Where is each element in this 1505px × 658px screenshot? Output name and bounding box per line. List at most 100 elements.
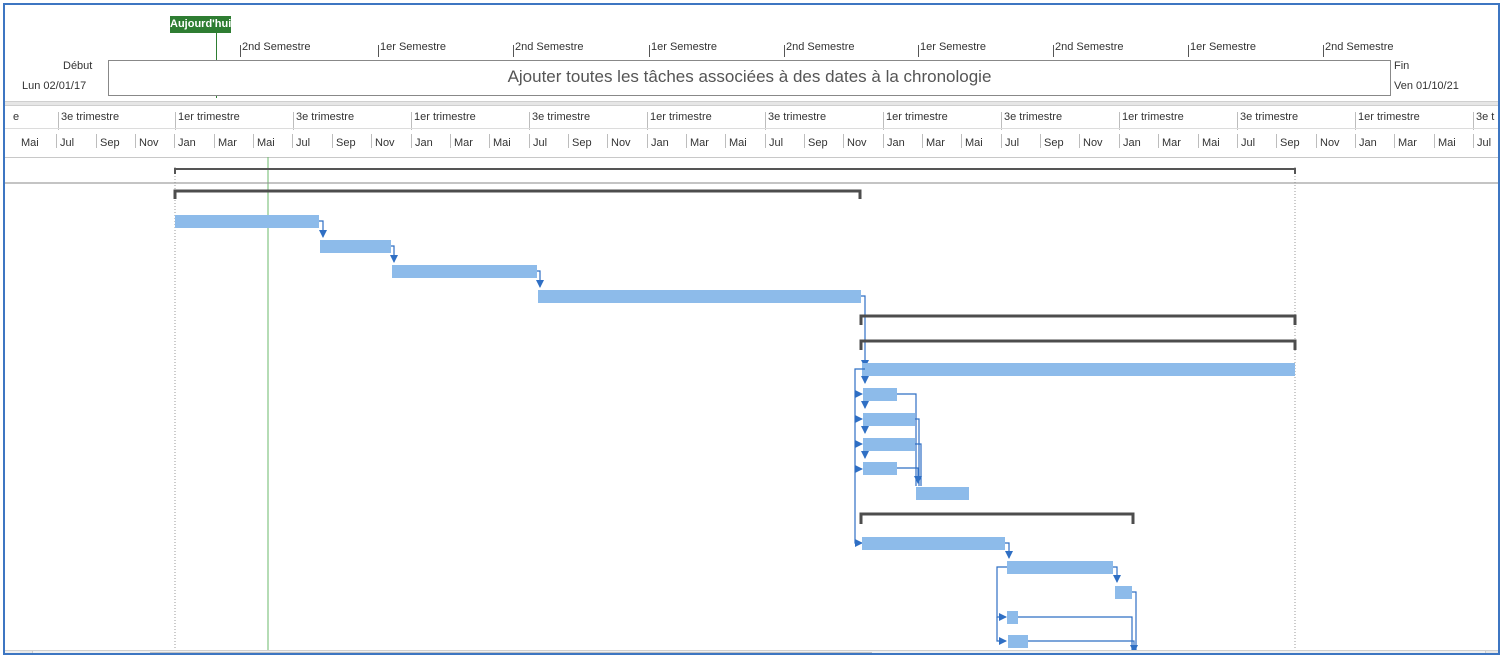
month-label: Jul (1477, 137, 1492, 149)
pane-splitter[interactable] (5, 101, 1498, 106)
month-separator (1040, 134, 1041, 148)
month-separator (253, 134, 254, 148)
month-separator (1198, 134, 1199, 148)
quarter-label: 3e trimestre (1004, 111, 1063, 123)
semester-tick (784, 45, 785, 57)
link-9 (897, 467, 922, 484)
task-bar-2 (320, 240, 391, 253)
month-separator (686, 134, 687, 148)
month-label: Mai (257, 137, 275, 149)
month-separator (96, 134, 97, 148)
semester-label: 2nd Semestre (1055, 41, 1124, 53)
link-1 (319, 220, 327, 238)
scroll-right-button[interactable] (1485, 651, 1498, 653)
month-separator (607, 134, 608, 148)
quarter-label: 1er trimestre (1358, 111, 1420, 123)
month-label: Mai (729, 137, 747, 149)
month-separator (56, 134, 57, 148)
timeline-pane[interactable]: Aujourd'hui 2nd Semestre 1er Semestre 2nd … (5, 5, 1498, 103)
quarter-label: 3e trimestre (61, 111, 120, 123)
month-label: Sep (1044, 137, 1064, 149)
semester-tick (240, 45, 241, 57)
month-label: Nov (1083, 137, 1103, 149)
month-separator (450, 134, 451, 148)
month-separator (647, 134, 648, 148)
month-separator (1079, 134, 1080, 148)
month-separator (1276, 134, 1277, 148)
semester-tick (649, 45, 650, 57)
month-separator (922, 134, 923, 148)
semester-label: 2nd Semestre (1325, 41, 1394, 53)
quarter-label: 1er trimestre (886, 111, 948, 123)
month-label: Jul (296, 137, 311, 149)
task-bar-3 (392, 265, 537, 278)
task-bar-15 (1008, 635, 1028, 648)
semester-tick (1053, 45, 1054, 57)
scroll-left-button[interactable] (20, 651, 33, 653)
month-separator (411, 134, 412, 148)
month-label: Jan (887, 137, 905, 149)
summary-bar-phase-2-1 (859, 339, 1297, 350)
month-row: Mai Jul Sep Nov Jan Mar Mai Jul Sep Nov Jan Mar Mai J… (5, 129, 1498, 153)
timeline-start-label: Début (63, 60, 93, 72)
semester-tick (513, 45, 514, 57)
today-marker-label: Aujourd'hui (170, 16, 231, 33)
month-separator (883, 134, 884, 148)
timeline-placeholder-text: Ajouter toutes les tâches associées à de… (507, 67, 992, 86)
month-label: Mar (926, 137, 945, 149)
month-label: Jul (533, 137, 548, 149)
month-label: Mai (1438, 137, 1456, 149)
semester-tick (1323, 45, 1324, 57)
quarter-label: 3e t (1476, 111, 1495, 123)
month-separator (332, 134, 333, 148)
month-label: Jul (1005, 137, 1020, 149)
month-separator (1237, 134, 1238, 148)
task-bar-8 (863, 438, 915, 451)
month-label: Nov (1320, 137, 1340, 149)
month-label: Mar (690, 137, 709, 149)
link-12 (1113, 566, 1121, 583)
month-separator (292, 134, 293, 148)
month-label: Sep (100, 137, 120, 149)
month-label: Mai (21, 137, 39, 149)
month-label: Mar (1162, 137, 1181, 149)
semester-label: 1er Semestre (920, 41, 987, 53)
month-label: Jan (651, 137, 669, 149)
quarter-label: 1er trimestre (1122, 111, 1184, 123)
month-separator (214, 134, 215, 148)
timeline-end-label: Fin (1394, 60, 1410, 72)
task-bar-7 (863, 413, 915, 426)
scroll-thumb[interactable] (150, 652, 872, 653)
link-4 (861, 295, 869, 368)
gantt-view-frame: Aujourd'hui 2nd Semestre 1er Semestre 2nd … (3, 3, 1500, 655)
month-separator (371, 134, 372, 148)
task-bar-5 (862, 363, 1295, 376)
gantt-chart-area[interactable] (5, 157, 1498, 653)
month-label: Nov (375, 137, 395, 149)
project-summary-bar (174, 168, 1296, 174)
month-separator (1473, 134, 1474, 148)
month-label: Nov (611, 137, 631, 149)
timeline-bar[interactable]: Ajouter toutes les tâches associées à de… (108, 60, 1391, 96)
timeline-start-date: Lun 02/01/17 (22, 80, 87, 92)
quarter-label: 3e trimestre (296, 111, 355, 123)
month-label: Jul (60, 137, 75, 149)
month-label: Mai (493, 137, 511, 149)
semester-label: 1er Semestre (651, 41, 718, 53)
quarter-label: 1er trimestre (414, 111, 476, 123)
month-label: Nov (139, 137, 159, 149)
horizontal-scrollbar[interactable] (5, 650, 1498, 653)
semester-label: 1er Semestre (1190, 41, 1257, 53)
semester-label: 2nd Semestre (515, 41, 584, 53)
gantt-drawing (5, 157, 1498, 653)
timescale-header[interactable]: e 3e trimestre 1er trimestre 3e trimestre 1e… (5, 107, 1498, 158)
semester-tick (378, 45, 379, 57)
summary-bar-phase-1 (173, 189, 862, 199)
month-separator (1355, 134, 1356, 148)
task-bar-9 (863, 462, 897, 475)
month-label: Sep (1280, 137, 1300, 149)
task-bar-4 (538, 290, 861, 303)
task-bar-6 (863, 388, 897, 401)
task-bar-10 (916, 487, 969, 500)
month-label: Jan (178, 137, 196, 149)
